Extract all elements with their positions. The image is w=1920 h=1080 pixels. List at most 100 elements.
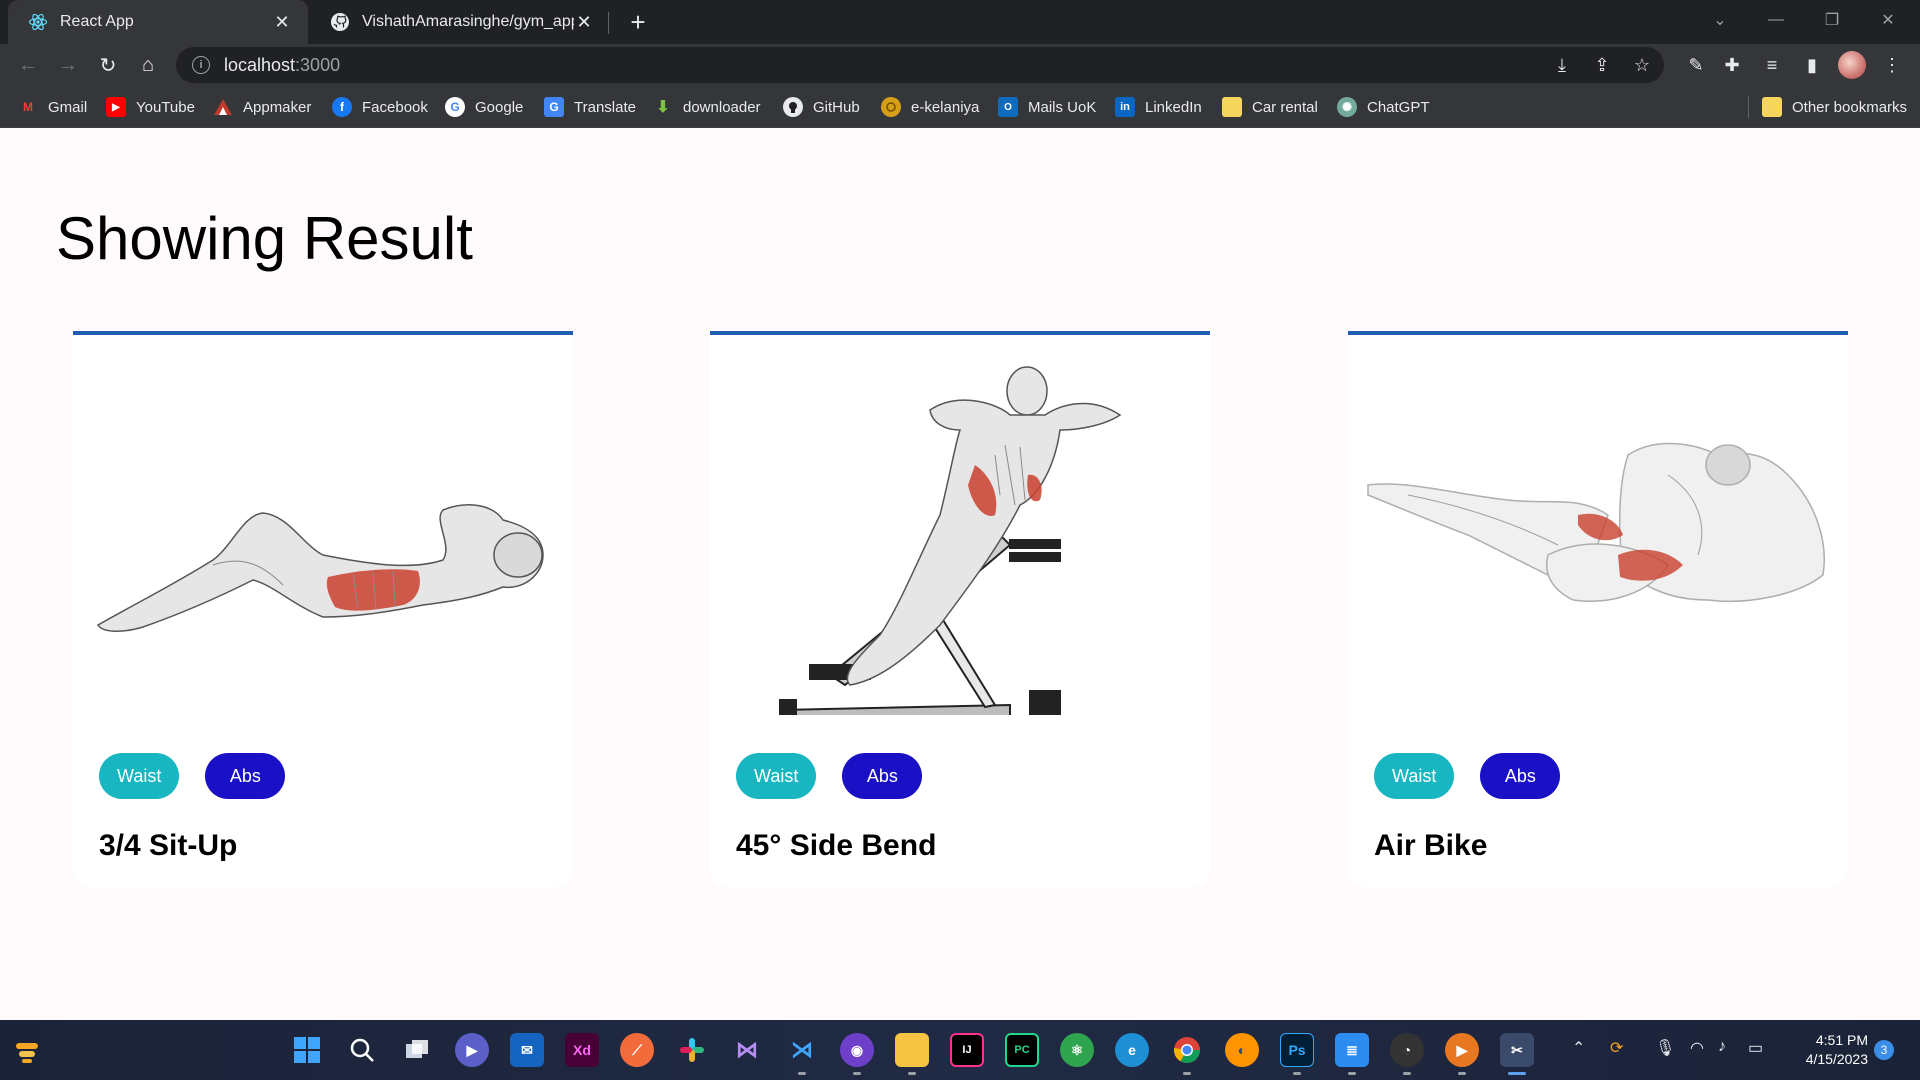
running-indicator [1458, 1072, 1466, 1075]
bookmark-e-kelaniya[interactable]: e-kelaniya [881, 95, 979, 119]
download-icon: ⬇ [656, 99, 670, 116]
gmail-icon: M [23, 100, 33, 114]
adobe-xd-icon[interactable]: Xd [565, 1033, 599, 1067]
tag-list: Waist Abs [1374, 753, 1561, 799]
bookmark-car-rental[interactable]: Car rental [1222, 95, 1318, 119]
edge-icon[interactable]: e [1115, 1033, 1149, 1067]
new-tab-button[interactable]: + [622, 6, 654, 38]
bookmark-label: e-kelaniya [911, 98, 980, 116]
bookmark-appmaker[interactable]: Appmaker [213, 95, 311, 119]
postman-icon[interactable]: ⟋ [620, 1033, 654, 1067]
back-arrow-icon[interactable]: ← [12, 49, 44, 81]
close-icon[interactable]: ✕ [272, 12, 292, 33]
wifi-icon[interactable]: ◠ [1690, 1038, 1704, 1058]
tab-react-app[interactable]: React App ✕ [8, 0, 308, 44]
forward-arrow-icon[interactable]: → [52, 49, 84, 81]
bookmark-label: Gmail [48, 98, 88, 116]
tab-github-repo[interactable]: VishathAmarasinghe/gym_app: T ✕ [310, 0, 610, 44]
show-hidden-icons-chevron-icon[interactable]: ⌃ [1572, 1038, 1585, 1058]
notepad-icon[interactable]: ≣ [1335, 1033, 1369, 1067]
exercise-card[interactable]: Waist Abs Air Bike [1348, 331, 1848, 887]
bookmark-translate[interactable]: G Translate [544, 95, 636, 119]
reading-list-icon[interactable]: ≡ [1760, 53, 1784, 77]
more-menu-icon[interactable]: ⋮ [1880, 53, 1904, 77]
side-panel-icon[interactable]: ▮ [1800, 53, 1824, 77]
extension-pen-icon[interactable]: ✎ [1684, 53, 1708, 77]
folder-icon [1222, 97, 1242, 117]
bookmark-downloader[interactable]: ⬇ downloader [653, 95, 760, 119]
tab-search-chevron-icon[interactable]: ⌄ [1692, 0, 1748, 40]
intellij-icon[interactable]: IJ [950, 1033, 984, 1067]
snipping-tool-icon[interactable]: ✂ [1500, 1033, 1534, 1067]
address-bar[interactable]: i localhost:3000 [176, 47, 1664, 83]
bookmark-chatgpt[interactable]: ✺ ChatGPT [1337, 95, 1430, 119]
youtube-icon: ▶ [106, 97, 126, 117]
slack-icon[interactable] [675, 1033, 709, 1067]
bookmark-label: ChatGPT [1367, 98, 1430, 116]
firefox-icon[interactable]: ◐ [1225, 1033, 1259, 1067]
bookmark-star-icon[interactable]: ☆ [1630, 53, 1654, 77]
bookmark-gmail[interactable]: M Gmail [18, 95, 87, 119]
atom-icon[interactable]: ⚛ [1060, 1033, 1094, 1067]
pycharm-icon[interactable]: PC [1005, 1033, 1039, 1067]
running-indicator [1403, 1072, 1411, 1075]
bookmark-label: LinkedIn [1145, 98, 1202, 116]
extensions-puzzle-icon[interactable]: ✚ [1720, 53, 1744, 77]
home-icon[interactable]: ⌂ [132, 49, 164, 81]
tag-abs[interactable]: Abs [205, 753, 286, 799]
bookmark-github[interactable]: GitHub [783, 95, 860, 119]
github-desktop-icon[interactable]: ◉ [840, 1033, 874, 1067]
exercise-image-side-bend [779, 366, 1122, 715]
exercise-image-sit-up [96, 504, 544, 632]
minimize-button[interactable]: — [1748, 0, 1804, 40]
page-viewport: Showing Result Waist Abs 3/4 Sit-Up Wais… [0, 128, 1920, 1020]
bookmark-youtube[interactable]: ▶ YouTube [106, 95, 195, 119]
obs-icon[interactable]: ◔ [1390, 1033, 1424, 1067]
bookmark-linkedin[interactable]: in LinkedIn [1115, 95, 1202, 119]
facebook-icon: f [332, 97, 352, 117]
volume-icon[interactable]: ♪ [1718, 1038, 1726, 1056]
tab-title: VishathAmarasinghe/gym_app: T [362, 13, 574, 30]
restore-button[interactable]: ❐ [1804, 0, 1860, 40]
close-window-button[interactable]: ✕ [1860, 0, 1916, 40]
clock-time: 4:51 PM [1815, 1032, 1868, 1048]
visual-studio-icon[interactable]: ⋈ [730, 1033, 764, 1067]
bookmark-google[interactable]: G Google [445, 95, 523, 119]
chrome-icon[interactable] [1170, 1033, 1204, 1067]
bookmark-mails-uok[interactable]: O Mails UoK [998, 95, 1096, 119]
battery-icon[interactable]: ▭ [1748, 1038, 1763, 1058]
bookmark-label: YouTube [136, 98, 195, 116]
media-player-icon[interactable]: ▶ [1445, 1033, 1479, 1067]
mail-icon[interactable]: ✉ [510, 1033, 544, 1067]
microphone-icon[interactable]: 🎙 [1655, 1038, 1675, 1058]
tag-abs[interactable]: Abs [1480, 753, 1561, 799]
vscode-icon[interactable]: ⋊ [785, 1033, 819, 1067]
task-view-icon[interactable] [400, 1033, 434, 1067]
exercise-card[interactable]: Waist Abs 3/4 Sit-Up [73, 331, 573, 887]
windows-taskbar: ▶ ✉ Xd ⟋ ⋈ ⋊ ◉ IJ PC ⚛ e ◐ Ps ≣ ◔ ▶ ✂ ⌃ … [0, 1020, 1920, 1080]
bookmark-label: Other bookmarks [1792, 98, 1908, 116]
bookmark-facebook[interactable]: f Facebook [332, 95, 428, 119]
exercise-card[interactable]: Waist Abs 45° Side Bend [710, 331, 1210, 887]
sync-icon[interactable]: ⟳ [1610, 1038, 1623, 1058]
teams-chat-icon[interactable]: ▶ [455, 1033, 489, 1067]
tag-waist[interactable]: Waist [736, 753, 817, 799]
notification-badge[interactable]: 3 [1874, 1040, 1894, 1060]
tag-waist[interactable]: Waist [1374, 753, 1455, 799]
profile-avatar[interactable] [1838, 51, 1866, 79]
reload-icon[interactable]: ↻ [92, 49, 124, 81]
install-app-icon[interactable]: ⤓ [1550, 53, 1574, 77]
weather-widget-icon[interactable] [10, 1033, 44, 1067]
site-info-icon[interactable]: i [192, 56, 210, 74]
photoshop-icon[interactable]: Ps [1280, 1033, 1314, 1067]
bookmark-other[interactable]: Other bookmarks [1762, 95, 1907, 119]
tag-waist[interactable]: Waist [99, 753, 180, 799]
close-icon[interactable]: ✕ [574, 12, 594, 33]
system-clock[interactable]: 4:51 PM 4/15/2023 [1778, 1031, 1868, 1069]
google-icon: G [445, 97, 465, 117]
file-explorer-icon[interactable] [895, 1033, 929, 1067]
tag-abs[interactable]: Abs [842, 753, 923, 799]
windows-start-icon[interactable] [290, 1033, 324, 1067]
search-icon[interactable] [345, 1033, 379, 1067]
share-icon[interactable]: ⇪ [1590, 53, 1614, 77]
